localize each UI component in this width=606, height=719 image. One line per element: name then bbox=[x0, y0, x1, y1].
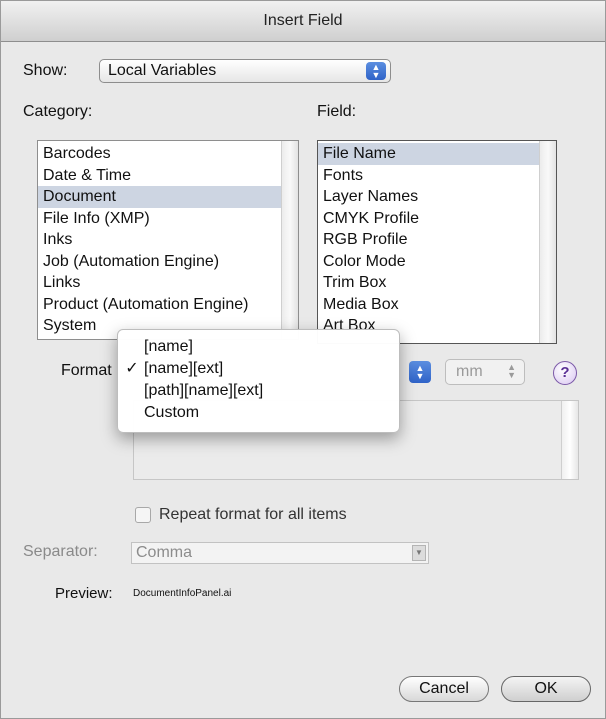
format-label: Format bbox=[61, 362, 112, 379]
textarea-scrollbar[interactable] bbox=[561, 401, 578, 479]
repeat-format-checkbox[interactable] bbox=[135, 507, 151, 523]
separator-arrow-icon: ▼ bbox=[412, 545, 426, 561]
help-icon[interactable]: ? bbox=[553, 361, 577, 385]
separator-value: Comma bbox=[136, 544, 193, 561]
format-menu-item[interactable]: ✓ [name][ext] bbox=[118, 358, 399, 380]
field-list[interactable]: File Name Fonts Layer Names CMYK Profile RGB… bbox=[317, 140, 557, 344]
category-list-item[interactable]: Document bbox=[38, 186, 298, 208]
field-list-item[interactable]: Layer Names bbox=[318, 186, 556, 208]
category-list-item[interactable]: Job (Automation Engine) bbox=[38, 251, 298, 273]
units-value: mm bbox=[456, 363, 483, 380]
format-popup-arrows-icon[interactable]: ▲ ▼ bbox=[409, 361, 431, 383]
insert-field-dialog: Insert Field Show: Local Variables ▲ ▼ Ca… bbox=[0, 0, 606, 719]
show-popup[interactable]: Local Variables ▲ ▼ bbox=[99, 59, 391, 83]
window-title: Insert Field bbox=[1, 1, 605, 42]
category-list-item[interactable]: Date & Time bbox=[38, 165, 298, 187]
cancel-button[interactable]: Cancel bbox=[399, 676, 489, 702]
format-menu-item-label: [path][name][ext] bbox=[144, 382, 264, 399]
format-menu-item-label: [name] bbox=[144, 338, 193, 355]
field-list-item[interactable]: Fonts bbox=[318, 165, 556, 187]
format-menu-item-label: Custom bbox=[144, 404, 200, 421]
category-list-item[interactable]: Inks bbox=[38, 229, 298, 251]
preview-value: DocumentInfoPanel.ai bbox=[133, 588, 232, 599]
separator-popup[interactable]: Comma ▼ bbox=[131, 542, 429, 564]
format-menu: [name] ✓ [name][ext] [path][name][ext] Custo… bbox=[117, 329, 400, 433]
show-popup-value: Local Variables bbox=[108, 62, 217, 79]
category-list-item[interactable]: Barcodes bbox=[38, 143, 298, 165]
field-label: Field: bbox=[317, 103, 357, 120]
format-menu-item[interactable]: [path][name][ext] bbox=[118, 380, 399, 402]
category-scrollbar[interactable] bbox=[281, 141, 298, 339]
category-list-item[interactable]: File Info (XMP) bbox=[38, 208, 298, 230]
format-menu-item[interactable]: Custom bbox=[118, 402, 399, 424]
repeat-format-label: Repeat format for all items bbox=[159, 506, 347, 523]
separator-label: Separator: bbox=[23, 543, 98, 560]
format-menu-item[interactable]: [name] bbox=[118, 336, 399, 358]
field-list-item[interactable]: File Name bbox=[318, 143, 556, 165]
field-list-item[interactable]: Media Box bbox=[318, 294, 556, 316]
units-popup[interactable]: mm ▲ ▼ bbox=[445, 359, 525, 385]
category-list-item[interactable]: Links bbox=[38, 272, 298, 294]
show-label: Show: bbox=[23, 62, 68, 79]
popup-arrows-icon: ▲ ▼ bbox=[366, 62, 386, 80]
category-label: Category: bbox=[23, 103, 93, 120]
field-list-item[interactable]: CMYK Profile bbox=[318, 208, 556, 230]
format-menu-item-label: [name][ext] bbox=[144, 360, 224, 377]
field-scrollbar[interactable] bbox=[539, 141, 556, 343]
field-list-item[interactable]: RGB Profile bbox=[318, 229, 556, 251]
field-list-item[interactable]: Trim Box bbox=[318, 272, 556, 294]
checkmark-icon: ✓ bbox=[125, 360, 139, 377]
category-list-item[interactable]: Product (Automation Engine) bbox=[38, 294, 298, 316]
units-arrows-icon: ▲ ▼ bbox=[507, 362, 516, 380]
preview-label: Preview: bbox=[55, 585, 113, 602]
field-list-item[interactable]: Color Mode bbox=[318, 251, 556, 273]
category-list[interactable]: Barcodes Date & Time Document File Info (XM… bbox=[37, 140, 299, 340]
ok-button[interactable]: OK bbox=[501, 676, 591, 702]
